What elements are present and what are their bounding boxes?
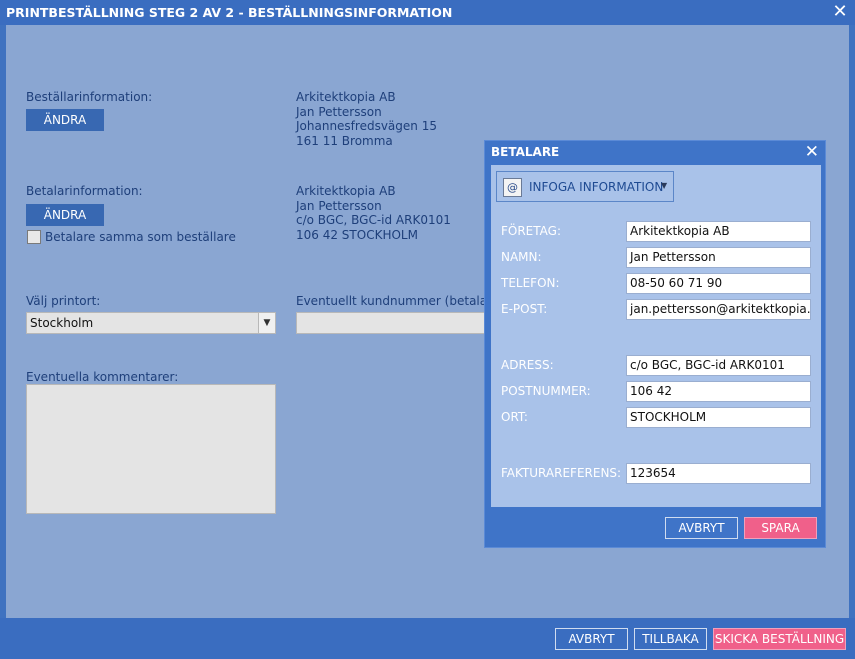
- payer-same-checkbox-label: Betalare samma som beställare: [45, 230, 236, 244]
- company-field[interactable]: Arkitektkopia AB: [626, 221, 811, 242]
- print-location-value: Stockholm: [30, 316, 94, 330]
- orderer-address-line: Arkitektkopia AB: [296, 90, 396, 104]
- address-label: ADRESS:: [501, 358, 554, 372]
- orderer-address: Arkitektkopia AB Jan Pettersson Johannes…: [296, 90, 437, 148]
- insert-information-button[interactable]: @ INFOGA INFORMATION ▼: [496, 171, 674, 202]
- close-icon[interactable]: ✕: [831, 2, 849, 22]
- chevron-down-icon[interactable]: ▼: [258, 313, 275, 333]
- postal-code-label: POSTNUMMER:: [501, 384, 591, 398]
- name-field[interactable]: Jan Pettersson: [626, 247, 811, 268]
- postal-code-field[interactable]: 106 42: [626, 381, 811, 402]
- city-label: ORT:: [501, 410, 528, 424]
- dialog-cancel-button[interactable]: AVBRYT: [665, 517, 738, 539]
- footer-back-button[interactable]: TILLBAKA: [634, 628, 707, 650]
- address-field[interactable]: c/o BGC, BGC-id ARK0101: [626, 355, 811, 376]
- payer-change-button[interactable]: ÄNDRA: [26, 204, 104, 226]
- email-field[interactable]: jan.pettersson@arkitektkopia.se: [626, 299, 811, 320]
- phone-field[interactable]: 08-50 60 71 90: [626, 273, 811, 294]
- payer-address: Arkitektkopia AB Jan Pettersson c/o BGC,…: [296, 184, 451, 242]
- comments-textarea[interactable]: [26, 384, 276, 514]
- orderer-change-button[interactable]: ÄNDRA: [26, 109, 104, 131]
- email-label: E-POST:: [501, 302, 548, 316]
- window-titlebar: PRINTBESTÄLLNING STEG 2 AV 2 - BESTÄLLNI…: [0, 0, 855, 25]
- payer-dialog: BETALARE ✕ @ INFOGA INFORMATION ▼ FÖRETA…: [484, 140, 826, 548]
- name-label: NAMN:: [501, 250, 542, 264]
- invoice-reference-label: FAKTURAREFERENS:: [501, 466, 622, 480]
- city-field[interactable]: STOCKHOLM: [626, 407, 811, 428]
- payer-same-checkbox[interactable]: [27, 230, 41, 244]
- dialog-save-button[interactable]: SPARA: [744, 517, 817, 539]
- payer-address-line: c/o BGC, BGC-id ARK0101: [296, 213, 451, 227]
- payer-address-line: Arkitektkopia AB: [296, 184, 396, 198]
- orderer-address-line: Johannesfredsvägen 15: [296, 119, 437, 133]
- orderer-label: Beställarinformation:: [26, 90, 153, 104]
- print-location-select[interactable]: Stockholm ▼: [26, 312, 276, 334]
- insert-information-label: INFOGA INFORMATION: [529, 180, 664, 194]
- company-label: FÖRETAG:: [501, 224, 562, 238]
- payer-address-line: 106 42 STOCKHOLM: [296, 227, 418, 242]
- window-title: PRINTBESTÄLLNING STEG 2 AV 2 - BESTÄLLNI…: [6, 5, 453, 20]
- invoice-reference-field[interactable]: 123654: [626, 463, 811, 484]
- send-order-button[interactable]: SKICKA BESTÄLLNING: [713, 628, 846, 650]
- orderer-address-line: 161 11 Bromma: [296, 133, 393, 148]
- print-location-label: Välj printort:: [26, 294, 101, 308]
- chevron-down-icon: ▼: [661, 181, 668, 190]
- footer-cancel-button[interactable]: AVBRYT: [555, 628, 628, 650]
- dialog-title: BETALARE: [491, 145, 560, 159]
- dialog-body: @ INFOGA INFORMATION ▼ FÖRETAG: Arkitekt…: [491, 165, 821, 507]
- close-icon[interactable]: ✕: [805, 142, 819, 162]
- orderer-address-line: Jan Pettersson: [296, 104, 382, 119]
- customer-number-label: Eventuellt kundnummer (betalare): [296, 294, 504, 308]
- payer-label: Betalarinformation:: [26, 184, 143, 198]
- address-book-icon: @: [503, 178, 522, 197]
- payer-address-line: Jan Pettersson: [296, 198, 382, 213]
- phone-label: TELEFON:: [501, 276, 560, 290]
- comments-label: Eventuella kommentarer:: [26, 370, 179, 384]
- customer-number-input[interactable]: [296, 312, 486, 334]
